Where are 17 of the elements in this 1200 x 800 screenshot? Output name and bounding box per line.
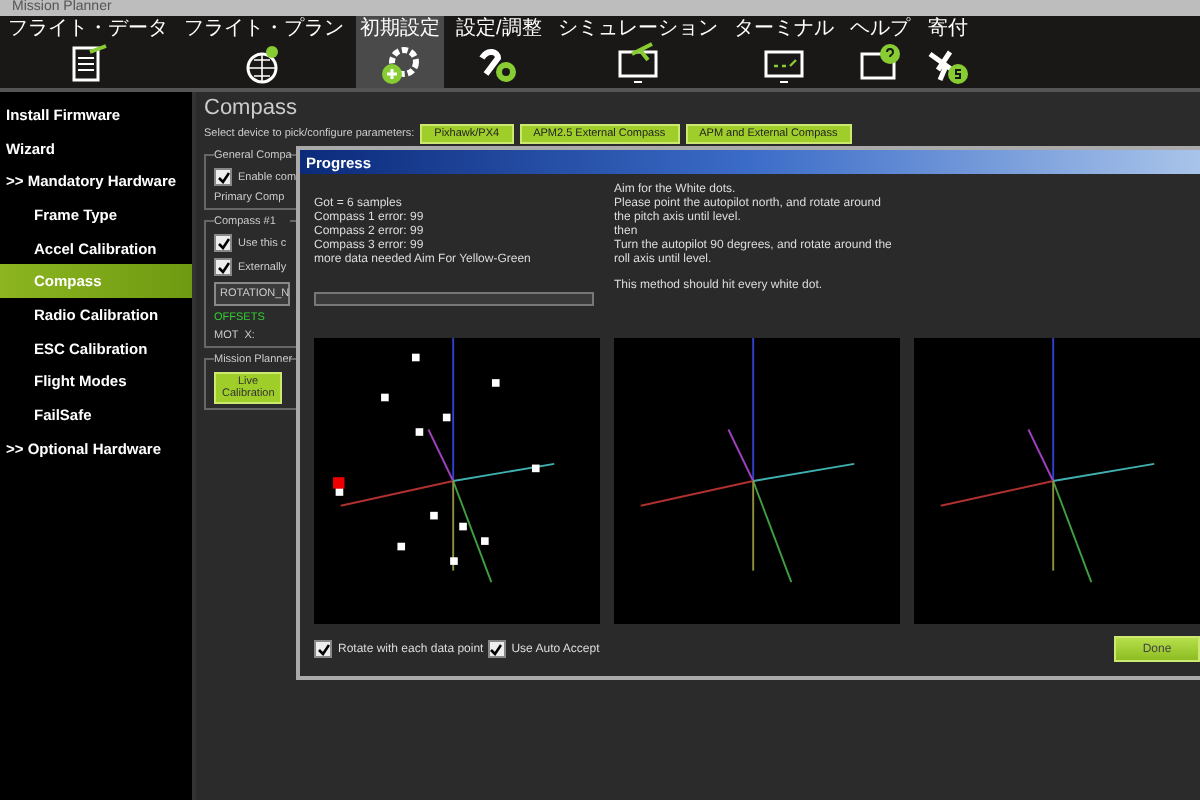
- menu-tab[interactable]: ヘルプ: [845, 16, 914, 88]
- checkbox[interactable]: [214, 258, 232, 276]
- gear-icon[interactable]: [378, 42, 422, 86]
- menu-tab[interactable]: フライト・データ: [4, 16, 172, 88]
- menu-tab[interactable]: 寄付: [921, 16, 974, 88]
- menu-tab[interactable]: ターミナル: [729, 16, 838, 88]
- menu-tab[interactable]: シミュレーション: [553, 16, 722, 88]
- checkbox[interactable]: [214, 168, 232, 186]
- menu-tab[interactable]: 初期設定: [356, 16, 444, 88]
- menu-tab[interactable]: 設定/調整: [452, 16, 546, 88]
- checkbox[interactable]: [314, 640, 332, 658]
- checkbox[interactable]: [487, 640, 506, 658]
- help-monitor-icon[interactable]: [857, 42, 902, 86]
- menu-tab[interactable]: フライト・プラン: [180, 16, 348, 88]
- checkbox[interactable]: [214, 234, 232, 252]
- page-title: Compass: [204, 96, 299, 120]
- monitor-icon[interactable]: [615, 42, 660, 86]
